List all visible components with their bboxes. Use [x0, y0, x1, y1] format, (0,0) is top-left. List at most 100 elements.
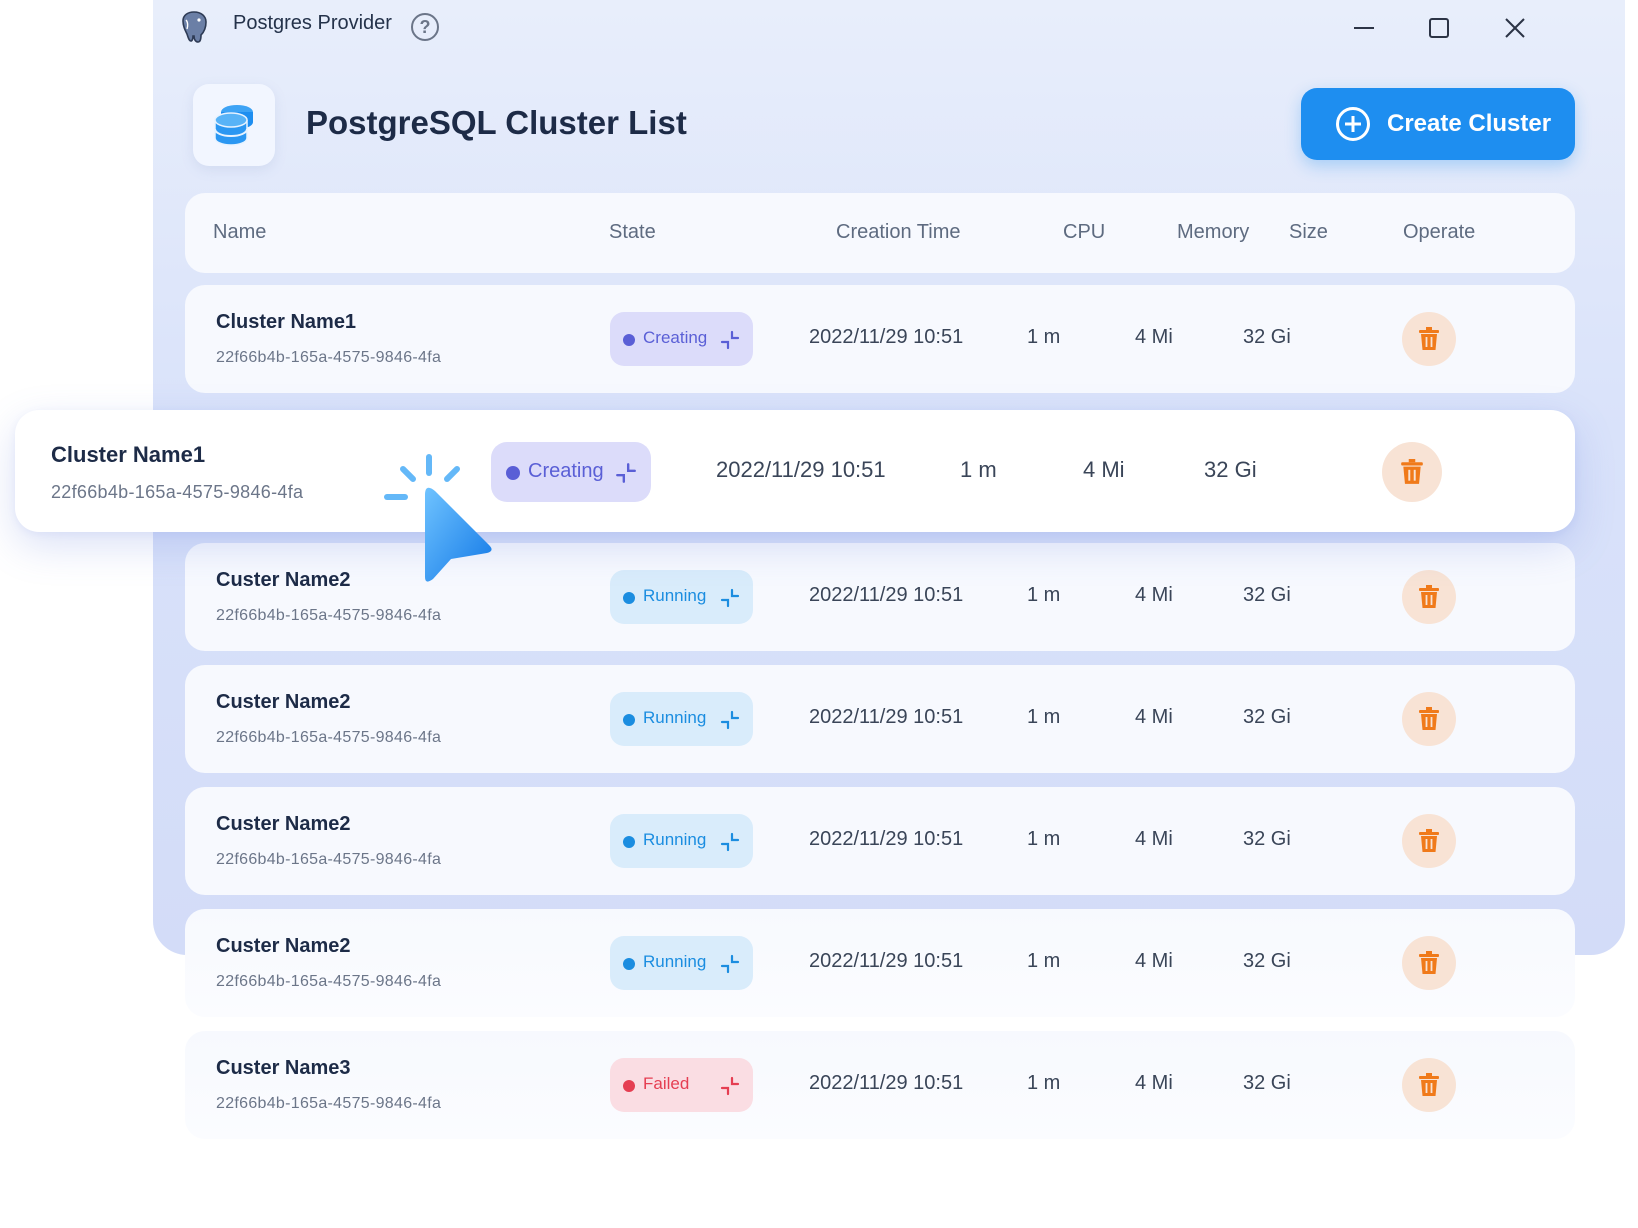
state-label: Running: [643, 830, 707, 849]
close-icon[interactable]: [1500, 13, 1530, 43]
state-badge[interactable]: Running: [610, 936, 753, 990]
cpu-value: 1 m: [1027, 1072, 1061, 1094]
create-cluster-button[interactable]: Create Cluster: [1301, 88, 1575, 160]
cluster-name: Custer Name3: [216, 1057, 351, 1079]
page-title: PostgreSQL Cluster List: [306, 104, 687, 141]
column-memory[interactable]: Memory: [1177, 221, 1249, 244]
state-badge[interactable]: Running: [610, 692, 753, 746]
state-label: Creating: [528, 460, 604, 482]
cpu-value: 1 m: [1027, 326, 1061, 348]
table-row[interactable]: Custer Name2 22f66b4b-165a-4575-9846-4fa R…: [185, 787, 1575, 895]
cluster-id: 22f66b4b-165a-4575-9846-4fa: [216, 1095, 442, 1112]
state-label: Running: [643, 586, 707, 605]
title-bar: Postgres Provider ?: [153, 0, 1625, 56]
delete-button[interactable]: [1402, 936, 1456, 990]
memory-value: 4 Mi: [1135, 1072, 1173, 1094]
memory-value: 4 Mi: [1135, 828, 1173, 850]
cpu-value: 1 m: [1027, 706, 1061, 728]
trash-icon: [1419, 829, 1439, 852]
cluster-name: Custer Name2: [216, 813, 351, 835]
app-title: Postgres Provider: [233, 12, 392, 34]
collapse-arrows-icon: [720, 832, 740, 852]
trash-icon: [1419, 707, 1439, 730]
collapse-arrows-icon: [720, 588, 740, 608]
cpu-value: 1 m: [1027, 950, 1061, 972]
size-value: 32 Gi: [1243, 706, 1291, 728]
delete-button[interactable]: [1402, 692, 1456, 746]
column-cpu[interactable]: CPU: [1063, 221, 1105, 244]
table-row[interactable]: Custer Name2 22f66b4b-165a-4575-9846-4fa R…: [185, 909, 1575, 1017]
creation-time: 2022/11/29 10:51: [809, 706, 964, 728]
delete-button[interactable]: [1402, 570, 1456, 624]
memory-value: 4 Mi: [1135, 584, 1173, 606]
column-operate: Operate: [1403, 221, 1476, 243]
trash-icon: [1419, 327, 1439, 350]
delete-button[interactable]: [1382, 442, 1442, 502]
collapse-arrows-icon: [720, 954, 740, 974]
creation-time: 2022/11/29 10:51: [716, 457, 886, 482]
state-badge[interactable]: Failed: [610, 1058, 753, 1112]
cluster-id: 22f66b4b-165a-4575-9846-4fa: [216, 851, 442, 868]
size-value: 32 Gi: [1243, 584, 1291, 606]
trash-icon: [1419, 1073, 1439, 1096]
status-dot: [623, 334, 635, 346]
plus-circle-icon: [1336, 107, 1370, 141]
cpu-value: 1 m: [1027, 828, 1061, 850]
state-badge[interactable]: Running: [610, 570, 753, 624]
collapse-arrows-icon: [616, 463, 636, 483]
column-state[interactable]: State: [609, 221, 656, 244]
delete-button[interactable]: [1402, 312, 1456, 366]
maximize-icon[interactable]: [1424, 13, 1454, 43]
table-row[interactable]: Custer Name2 22f66b4b-165a-4575-9846-4fa R…: [185, 543, 1575, 651]
size-value: 32 Gi: [1204, 457, 1257, 482]
collapse-arrows-icon: [720, 710, 740, 730]
collapse-arrows-icon: [720, 1076, 740, 1096]
trash-icon: [1401, 459, 1423, 484]
column-size[interactable]: Size: [1289, 221, 1328, 244]
state-badge[interactable]: Creating: [610, 312, 753, 366]
status-dot: [623, 1080, 635, 1092]
table-row[interactable]: Custer Name2 22f66b4b-165a-4575-9846-4fa R…: [185, 665, 1575, 773]
state-label: Failed: [643, 1074, 690, 1093]
creation-time: 2022/11/29 10:51: [809, 1072, 964, 1094]
column-name[interactable]: Name: [213, 221, 266, 244]
database-icon-tile: [193, 84, 275, 166]
column-creation-time[interactable]: Creation Time: [836, 221, 961, 244]
hovered-row[interactable]: Cluster Name1 22f66b4b-165a-4575-9846-4f…: [15, 410, 1575, 532]
cluster-id: 22f66b4b-165a-4575-9846-4fa: [216, 607, 442, 624]
state-label: Running: [643, 708, 707, 727]
memory-value: 4 Mi: [1135, 950, 1173, 972]
delete-button[interactable]: [1402, 814, 1456, 868]
delete-button[interactable]: [1402, 1058, 1456, 1112]
size-value: 32 Gi: [1243, 326, 1291, 348]
status-dot: [623, 592, 635, 604]
cluster-name: Cluster Name1: [216, 311, 357, 333]
trash-icon: [1419, 951, 1439, 974]
memory-value: 4 Mi: [1135, 706, 1173, 728]
question-circle-icon[interactable]: ?: [411, 13, 439, 41]
size-value: 32 Gi: [1243, 1072, 1291, 1094]
table-row[interactable]: Custer Name3 22f66b4b-165a-4575-9846-4fa F…: [185, 1031, 1575, 1139]
cpu-value: 1 m: [960, 457, 997, 482]
state-badge[interactable]: Creating: [491, 442, 651, 502]
minimize-icon[interactable]: [1349, 13, 1379, 43]
state-label: Creating: [643, 328, 708, 347]
table-row[interactable]: Cluster Name1 22f66b4b-165a-4575-9846-4fa…: [185, 285, 1575, 393]
size-value: 32 Gi: [1243, 828, 1291, 850]
database-icon: [214, 105, 253, 146]
cluster-id: 22f66b4b-165a-4575-9846-4fa: [216, 349, 442, 366]
postgres-elephant-icon: [182, 11, 207, 43]
cluster-name: Cluster Name1: [51, 442, 206, 467]
cluster-id: 22f66b4b-165a-4575-9846-4fa: [216, 729, 442, 746]
memory-value: 4 Mi: [1083, 457, 1125, 482]
cluster-name: Custer Name2: [216, 935, 351, 957]
status-dot: [506, 466, 520, 480]
state-label: Running: [643, 952, 707, 971]
state-badge[interactable]: Running: [610, 814, 753, 868]
creation-time: 2022/11/29 10:51: [809, 828, 964, 850]
creation-time: 2022/11/29 10:51: [809, 950, 964, 972]
memory-value: 4 Mi: [1135, 326, 1173, 348]
collapse-arrows-icon: [720, 330, 740, 350]
cluster-id: 22f66b4b-165a-4575-9846-4fa: [216, 973, 442, 990]
cluster-name: Custer Name2: [216, 569, 351, 591]
